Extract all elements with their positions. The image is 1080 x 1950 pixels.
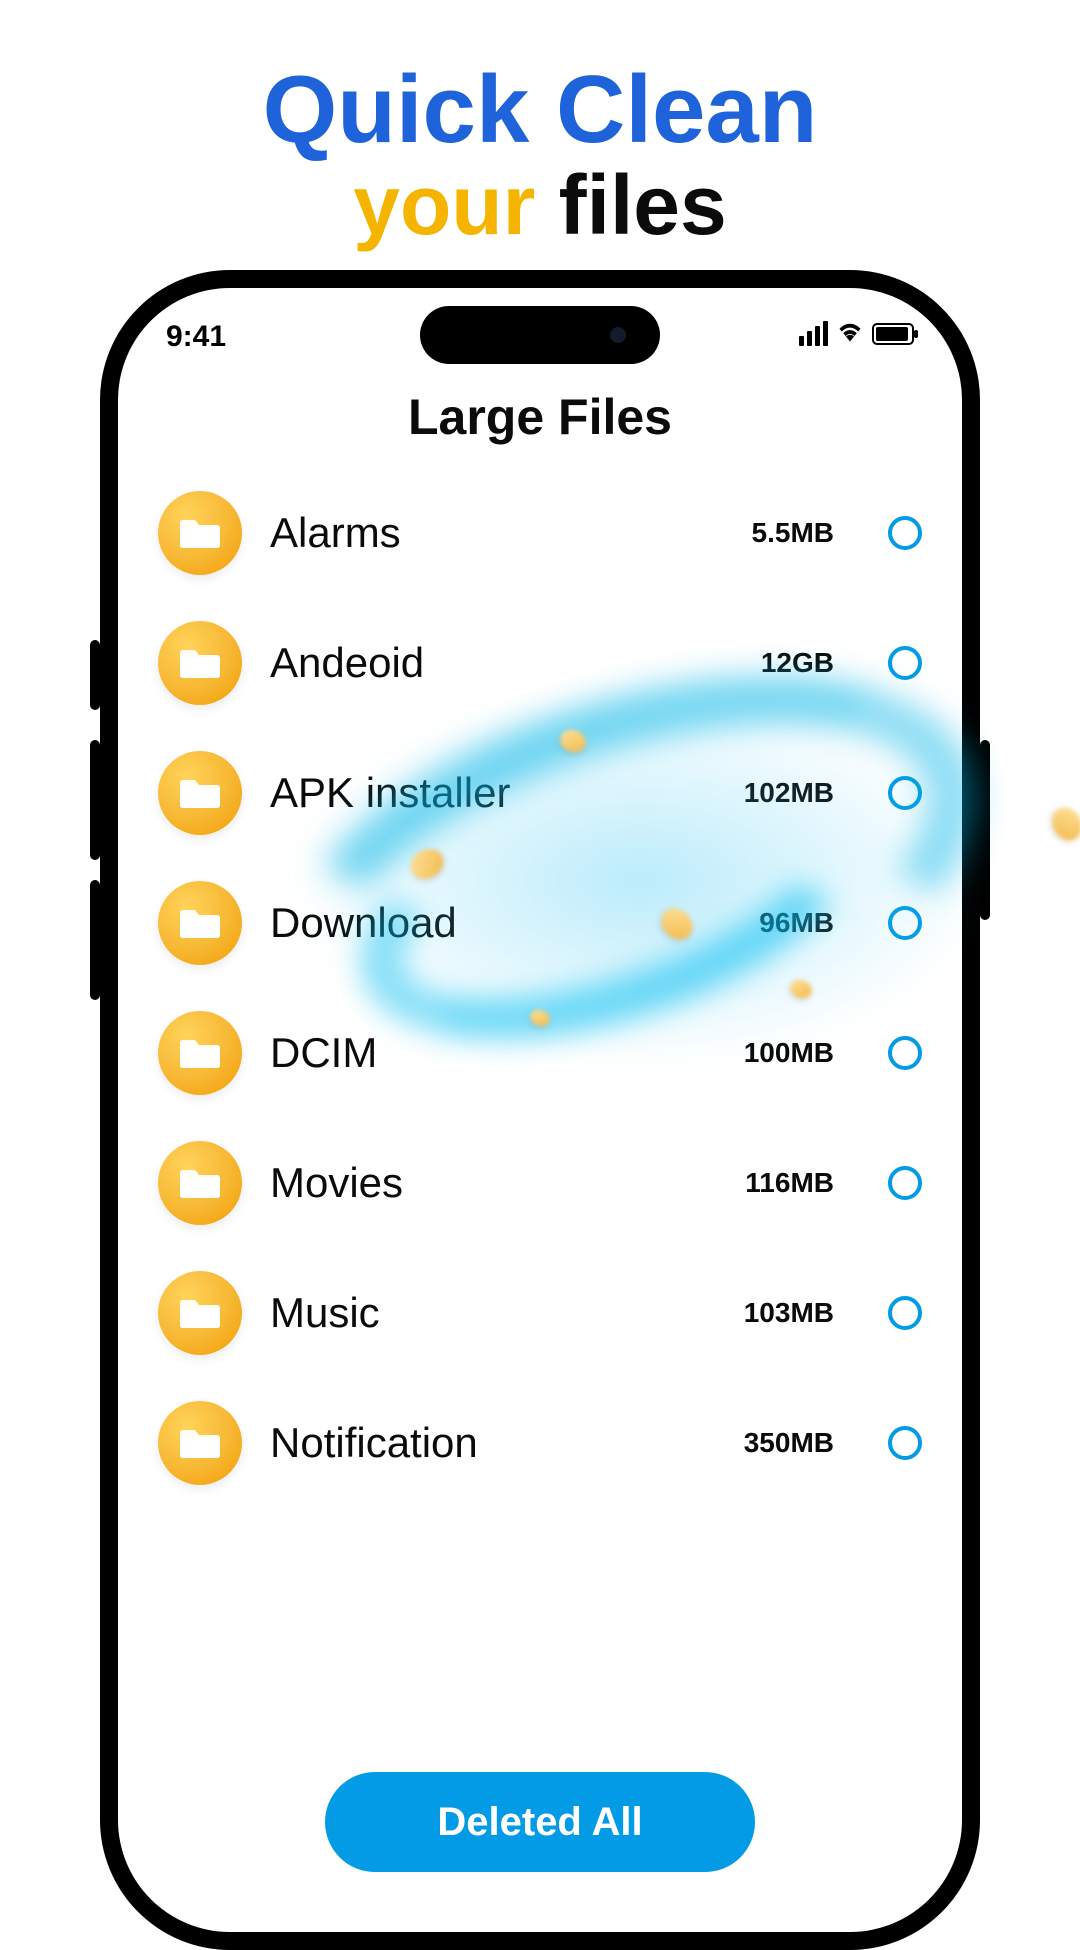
folder-row[interactable]: Music 103MB <box>158 1248 922 1378</box>
folder-size: 116MB <box>694 1167 834 1199</box>
phone-frame: 9:41 Large Files Alarms5.5MBAndeoid12GBA… <box>100 270 980 1950</box>
delete-all-button[interactable]: Deleted All <box>325 1772 755 1872</box>
folder-name: Andeoid <box>270 639 666 687</box>
select-radio[interactable] <box>888 646 922 680</box>
folder-size: 350MB <box>694 1427 834 1459</box>
promo-headline: Quick Clean your files <box>0 60 1080 249</box>
phone-screen: 9:41 Large Files Alarms5.5MBAndeoid12GBA… <box>118 288 962 1932</box>
folder-row[interactable]: Andeoid 12GB <box>158 598 922 728</box>
folder-size: 102MB <box>694 777 834 809</box>
folder-icon <box>158 1271 242 1355</box>
folder-name: Notification <box>270 1419 666 1467</box>
page-title: Large Files <box>118 388 962 446</box>
promo-line-1: Quick Clean <box>0 60 1080 161</box>
wifi-icon <box>836 320 864 347</box>
folder-icon <box>158 1401 242 1485</box>
cellular-icon <box>799 321 828 346</box>
promo-your: your <box>353 158 535 252</box>
folder-name: Movies <box>270 1159 666 1207</box>
select-radio[interactable] <box>888 776 922 810</box>
battery-icon <box>872 323 914 345</box>
folder-list: Alarms 5.5MB Andeoid 12GB APK installer 102MB… <box>158 468 922 1508</box>
folder-size: 5.5MB <box>694 517 834 549</box>
folder-name: Download <box>270 899 666 947</box>
select-radio[interactable] <box>888 1296 922 1330</box>
dynamic-island <box>420 306 660 364</box>
folder-row[interactable]: Download 96MB <box>158 858 922 988</box>
status-icons <box>799 320 914 347</box>
select-radio[interactable] <box>888 1036 922 1070</box>
folder-icon <box>158 881 242 965</box>
folder-size: 96MB <box>694 907 834 939</box>
folder-icon <box>158 491 242 575</box>
promo-files: files <box>559 158 727 252</box>
folder-name: DCIM <box>270 1029 666 1077</box>
phone-side-button <box>90 640 100 710</box>
folder-name: Alarms <box>270 509 666 557</box>
folder-icon <box>158 751 242 835</box>
folder-icon <box>158 1141 242 1225</box>
folder-row[interactable]: APK installer 102MB <box>158 728 922 858</box>
folder-icon <box>158 621 242 705</box>
phone-side-button <box>980 740 990 920</box>
select-radio[interactable] <box>888 1166 922 1200</box>
folder-row[interactable]: DCIM 100MB <box>158 988 922 1118</box>
folder-name: Music <box>270 1289 666 1337</box>
folder-size: 103MB <box>694 1297 834 1329</box>
folder-size: 12GB <box>694 647 834 679</box>
select-radio[interactable] <box>888 906 922 940</box>
select-radio[interactable] <box>888 516 922 550</box>
folder-icon <box>158 1011 242 1095</box>
phone-side-button <box>90 880 100 1000</box>
folder-row[interactable]: Alarms 5.5MB <box>158 468 922 598</box>
folder-row[interactable]: Notification 350MB <box>158 1378 922 1508</box>
folder-size: 100MB <box>694 1037 834 1069</box>
folder-name: APK installer <box>270 769 666 817</box>
folder-row[interactable]: Movies 116MB <box>158 1118 922 1248</box>
phone-side-button <box>90 740 100 860</box>
select-radio[interactable] <box>888 1426 922 1460</box>
status-time: 9:41 <box>166 320 226 354</box>
promo-line-2: your files <box>0 161 1080 249</box>
